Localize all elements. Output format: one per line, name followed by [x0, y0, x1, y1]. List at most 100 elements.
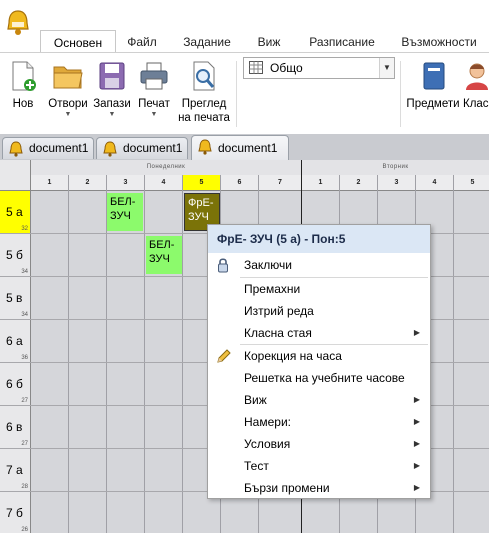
class-row-header[interactable]: 5 б 34: [0, 234, 31, 277]
bell-doc-icon: [9, 141, 23, 157]
day-header-monday: Понеделник: [31, 160, 301, 176]
tab-options-label: Възможности: [401, 35, 477, 49]
lesson-card[interactable]: БЕЛ- ЗУЧ: [146, 236, 182, 274]
class-row-header[interactable]: 7 б 26: [0, 492, 31, 533]
class-name: 5 в: [6, 291, 23, 305]
class-name: 7 б: [6, 506, 23, 520]
tab-home[interactable]: Основен: [40, 30, 116, 53]
period-header[interactable]: 2: [69, 175, 107, 191]
period-header-current[interactable]: 5: [183, 175, 221, 191]
save-dropdown-arrow-icon[interactable]: ▼: [92, 111, 132, 119]
menu-item-label: Бързи промени: [244, 481, 330, 495]
menu-item-label: Условия: [244, 437, 291, 451]
document-tab-2[interactable]: document1: [96, 137, 188, 159]
bell-doc-icon: [103, 141, 117, 157]
print-button[interactable]: Печат ▼: [134, 59, 174, 119]
period-header[interactable]: 4: [416, 175, 454, 191]
tab-file[interactable]: Файл: [118, 30, 166, 52]
subjects-button-label: Предмети: [406, 98, 460, 110]
tab-assignment[interactable]: Задание: [176, 30, 238, 52]
document-tab-1[interactable]: document1: [2, 137, 94, 159]
tab-view[interactable]: Виж: [249, 30, 289, 52]
class-count: 34: [21, 269, 28, 275]
period-label: 4: [161, 179, 166, 186]
class-row-header[interactable]: 5 а 32: [0, 191, 31, 234]
ribbon-separator: [236, 61, 237, 127]
period-header[interactable]: 5: [454, 175, 489, 191]
period-label: 5: [199, 179, 204, 186]
class-row-header[interactable]: 6 а 36: [0, 320, 31, 363]
period-label: 2: [356, 179, 361, 186]
open-button-label: Отвори: [48, 98, 88, 110]
save-button[interactable]: Запази ▼: [92, 59, 132, 119]
open-dropdown-arrow-icon[interactable]: ▼: [46, 111, 90, 119]
grid-line: [144, 175, 145, 533]
menu-item-delete-row[interactable]: Изтрий реда: [208, 300, 430, 322]
print-dropdown-arrow-icon[interactable]: ▼: [134, 111, 174, 119]
period-label: 2: [85, 179, 90, 186]
classes-button[interactable]: Клас: [463, 59, 489, 111]
period-header[interactable]: 7: [259, 175, 302, 191]
view-select-value: Общо: [270, 61, 303, 75]
submenu-arrow-icon: ▶: [413, 395, 420, 404]
lesson-context-menu: ФрЕ- ЗУЧ (5 а) - Пон:5 Заключи Премахни …: [207, 224, 431, 499]
menu-item-find[interactable]: Намери: ▶: [208, 411, 430, 433]
class-row-header[interactable]: 7 а 28: [0, 449, 31, 492]
menu-item-remove[interactable]: Премахни: [208, 278, 430, 300]
menu-item-hour-correction[interactable]: Корекция на часа: [208, 345, 430, 367]
lesson-card-subject: БЕЛ-: [149, 239, 175, 251]
period-label: 3: [123, 179, 128, 186]
tab-options[interactable]: Възможности: [392, 30, 486, 52]
class-name: 6 б: [6, 377, 23, 391]
class-count: 32: [21, 226, 28, 232]
tab-assignment-label: Задание: [183, 35, 231, 49]
class-row-header[interactable]: 6 б 27: [0, 363, 31, 406]
folder-open-icon: [53, 66, 83, 89]
menu-item-view[interactable]: Виж ▶: [208, 389, 430, 411]
grid-line: [68, 175, 69, 533]
menu-item-test[interactable]: Тест ▶: [208, 455, 430, 477]
period-label: 4: [432, 179, 437, 186]
new-button[interactable]: Нов: [6, 59, 40, 111]
view-select[interactable]: Общо ▼: [243, 57, 395, 79]
grid-corner: [0, 160, 31, 191]
period-label: 1: [47, 179, 52, 186]
menu-item-lock[interactable]: Заключи: [208, 254, 430, 276]
tab-schedule-label: Разписание: [309, 35, 375, 49]
view-select-dropdown-icon[interactable]: ▼: [379, 58, 394, 78]
print-preview-button[interactable]: Преглед на печата: [176, 59, 232, 125]
document-tab-1-label: document1: [29, 141, 89, 155]
document-tab-3[interactable]: document1: [191, 135, 289, 160]
period-header[interactable]: 1: [302, 175, 340, 191]
period-header[interactable]: 1: [31, 175, 69, 191]
ribbon-tab-bar: Основен Файл Задание Виж Разписание Възм…: [0, 30, 489, 53]
open-button[interactable]: Отвори ▼: [46, 59, 90, 119]
tab-schedule[interactable]: Разписание: [302, 30, 382, 52]
day-header-tuesday-label: Вторник: [382, 164, 409, 170]
menu-item-quick-changes[interactable]: Бързи промени ▶: [208, 477, 430, 499]
submenu-arrow-icon: ▶: [413, 461, 420, 470]
menu-item-label: Класна стая: [244, 326, 312, 340]
period-header[interactable]: 3: [378, 175, 416, 191]
period-header[interactable]: 4: [145, 175, 183, 191]
class-count: 36: [21, 355, 28, 361]
document-tab-2-label: document1: [123, 141, 183, 155]
class-count: 34: [21, 312, 28, 318]
menu-item-lesson-grid[interactable]: Решетка на учебните часове: [208, 367, 430, 389]
menu-item-conditions[interactable]: Условия ▶: [208, 433, 430, 455]
menu-item-classroom[interactable]: Класна стая ▶: [208, 322, 430, 344]
day-header-monday-label: Понеделник: [146, 164, 186, 170]
lesson-card-group: ЗУЧ: [110, 210, 131, 222]
floppy-disk-icon: [99, 62, 125, 90]
class-name: 6 в: [6, 420, 23, 434]
lesson-card[interactable]: БЕЛ- ЗУЧ: [107, 193, 143, 231]
print-preview-label-line2: на печата: [178, 112, 230, 124]
class-row-header[interactable]: 6 в 27: [0, 406, 31, 449]
period-header[interactable]: 3: [107, 175, 145, 191]
class-row-header[interactable]: 5 в 34: [0, 277, 31, 320]
period-header[interactable]: 6: [221, 175, 259, 191]
lesson-card-subject: БЕЛ-: [110, 196, 136, 208]
print-button-label: Печат: [138, 98, 170, 110]
period-header[interactable]: 2: [340, 175, 378, 191]
subjects-button[interactable]: Предмети: [404, 59, 462, 111]
